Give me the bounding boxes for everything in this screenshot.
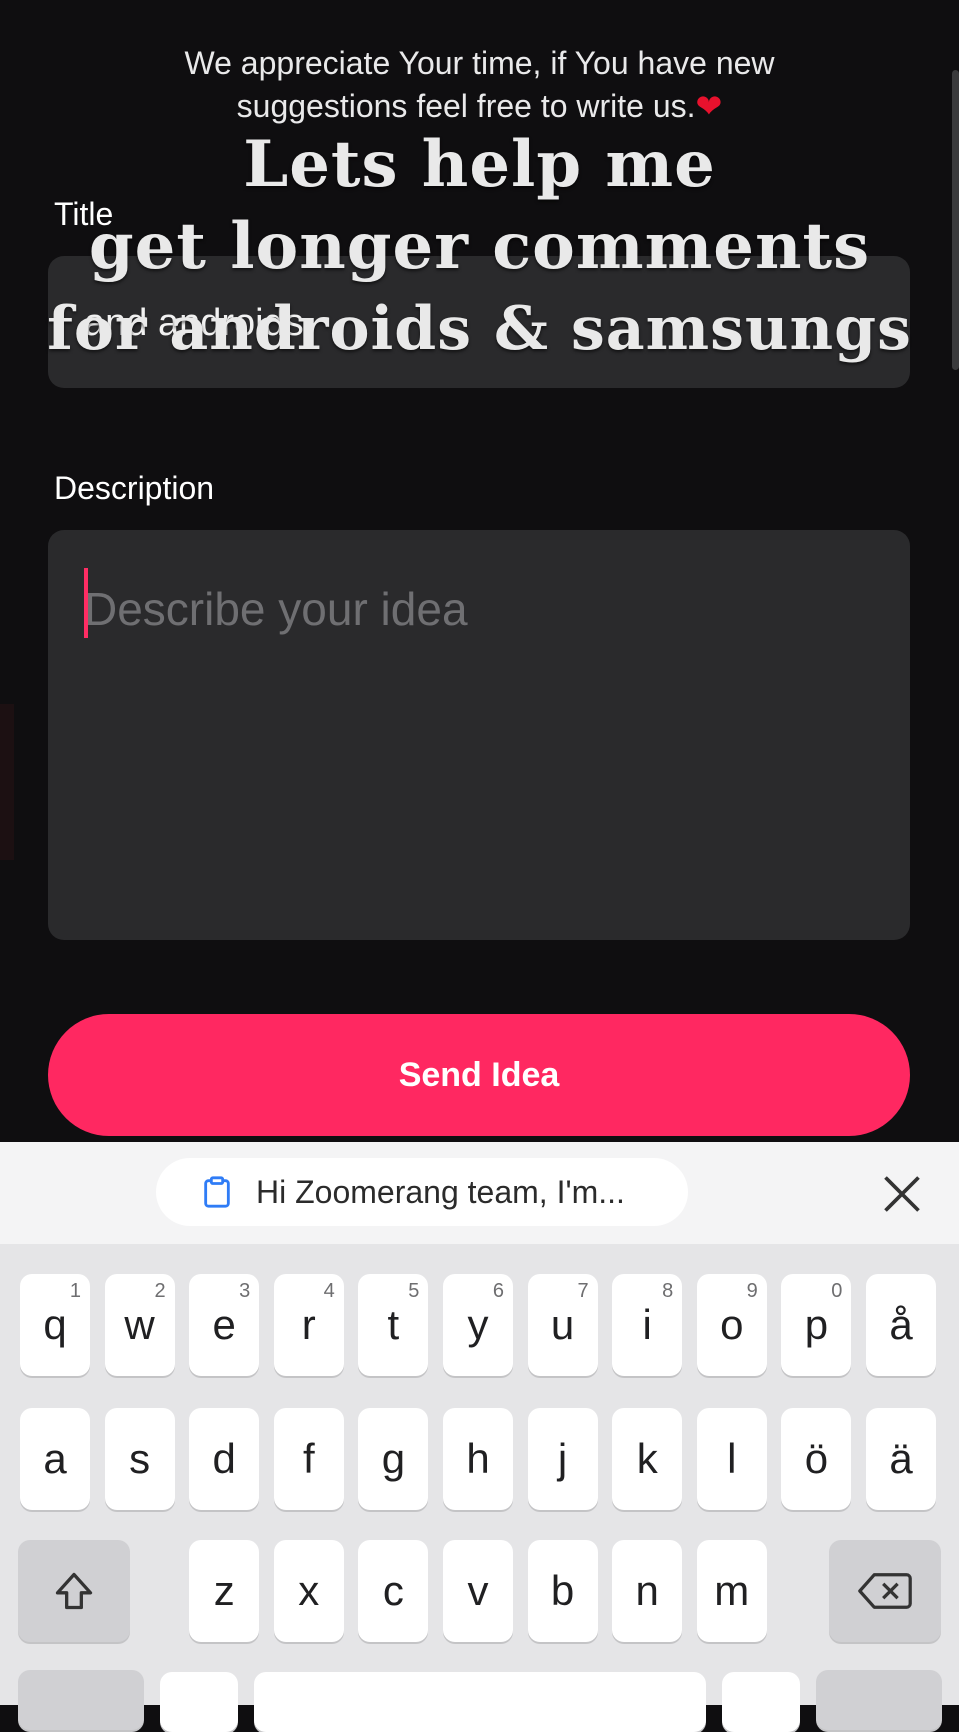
backspace-icon [858, 1573, 912, 1609]
key-label: ä [889, 1435, 913, 1482]
key-label: d [212, 1435, 236, 1482]
key-label: å [889, 1301, 913, 1348]
key-label: g [381, 1435, 406, 1482]
clipboard-text: Hi Zoomerang team, I'm... [256, 1173, 625, 1210]
key-label: e [212, 1301, 236, 1348]
period-key[interactable] [722, 1672, 800, 1732]
key-j[interactable]: j [527, 1408, 598, 1510]
key-label: r [301, 1301, 316, 1348]
key-label: z [213, 1567, 235, 1614]
key-r[interactable]: r4 [273, 1274, 344, 1376]
title-input[interactable]: and androids. [48, 256, 910, 388]
key-label: s [129, 1435, 151, 1482]
key-label: c [382, 1567, 404, 1614]
appreciation-message: We appreciate Your time, if You have new… [0, 42, 959, 128]
shift-key[interactable] [18, 1540, 130, 1642]
key-label: a [43, 1435, 67, 1482]
key-q[interactable]: q1 [20, 1274, 90, 1376]
key-i[interactable]: i8 [612, 1274, 683, 1376]
key-y[interactable]: y6 [443, 1274, 513, 1376]
key-label: m [714, 1567, 750, 1614]
message-line-1: We appreciate Your time, if You have new [184, 45, 775, 81]
key-h[interactable]: h [443, 1408, 513, 1510]
key-label: h [466, 1435, 490, 1482]
clipboard-icon [204, 1176, 230, 1208]
key-l[interactable]: l [696, 1408, 767, 1510]
key-label: t [387, 1301, 400, 1348]
key-å[interactable]: å [866, 1274, 936, 1376]
keyboard: Hi Zoomerang team, I'm... q1w2e3r4t5y6u7… [0, 1142, 959, 1732]
key-z[interactable]: z [189, 1540, 260, 1642]
key-p[interactable]: p0 [781, 1274, 852, 1376]
backspace-key[interactable] [829, 1540, 941, 1642]
key-g[interactable]: g [358, 1408, 429, 1510]
key-d[interactable]: d [189, 1408, 260, 1510]
key-label: w [124, 1301, 155, 1348]
key-ö[interactable]: ö [781, 1408, 852, 1510]
key-number-hint: 6 [492, 1280, 504, 1302]
title-label: Title [54, 196, 114, 232]
key-o[interactable]: o9 [696, 1274, 767, 1376]
key-w[interactable]: w2 [104, 1274, 175, 1376]
key-label: v [467, 1567, 489, 1614]
key-number-hint: 7 [577, 1280, 589, 1302]
key-number-hint: 0 [831, 1280, 843, 1302]
key-label: j [557, 1435, 568, 1482]
caption-line-1: Lets help me [243, 127, 716, 202]
key-a[interactable]: a [20, 1408, 90, 1510]
key-number-hint: 2 [154, 1280, 166, 1302]
description-label: Description [54, 470, 215, 506]
key-n[interactable]: n [612, 1540, 683, 1642]
message-line-2: suggestions feel free to write us.❤ [236, 88, 723, 124]
send-idea-button[interactable]: Send Idea [48, 1014, 910, 1136]
key-f[interactable]: f [273, 1408, 344, 1510]
key-label: k [636, 1435, 658, 1482]
key-m[interactable]: m [696, 1540, 767, 1642]
key-label: u [550, 1301, 575, 1348]
enter-key[interactable] [816, 1670, 942, 1730]
key-v[interactable]: v [443, 1540, 513, 1642]
key-label: o [720, 1301, 744, 1348]
key-label: y [467, 1301, 489, 1348]
text-cursor [84, 568, 88, 638]
key-label: b [550, 1567, 575, 1614]
close-icon[interactable] [880, 1172, 924, 1216]
key-label: q [43, 1301, 67, 1348]
key-number-hint: 1 [69, 1280, 81, 1302]
key-number-hint: 3 [239, 1280, 251, 1302]
key-k[interactable]: k [612, 1408, 683, 1510]
key-label: x [298, 1567, 320, 1614]
key-u[interactable]: u7 [527, 1274, 598, 1376]
key-number-hint: 8 [662, 1280, 674, 1302]
clipboard-suggestion[interactable]: Hi Zoomerang team, I'm... [156, 1158, 688, 1226]
symbols-key[interactable] [18, 1670, 144, 1730]
key-label: l [727, 1435, 737, 1482]
side-edge-strip [0, 704, 14, 860]
key-label: n [635, 1567, 659, 1614]
shift-icon [55, 1572, 93, 1610]
key-label: i [642, 1301, 652, 1348]
key-e[interactable]: e3 [189, 1274, 260, 1376]
key-x[interactable]: x [273, 1540, 344, 1642]
key-b[interactable]: b [527, 1540, 598, 1642]
key-s[interactable]: s [104, 1408, 175, 1510]
key-number-hint: 5 [408, 1280, 420, 1302]
key-number-hint: 4 [323, 1280, 335, 1302]
keyboard-suggestion-bar: Hi Zoomerang team, I'm... [0, 1142, 959, 1244]
key-label: p [804, 1301, 829, 1348]
heart-icon: ❤ [695, 88, 723, 124]
space-key[interactable] [254, 1672, 706, 1732]
key-label: ö [804, 1435, 829, 1482]
key-t[interactable]: t5 [358, 1274, 429, 1376]
key-number-hint: 9 [746, 1280, 758, 1302]
key-c[interactable]: c [358, 1540, 429, 1642]
comma-key[interactable] [160, 1672, 238, 1732]
key-ä[interactable]: ä [866, 1408, 936, 1510]
key-label: f [302, 1435, 315, 1482]
description-input[interactable]: Describe your idea [48, 530, 910, 940]
